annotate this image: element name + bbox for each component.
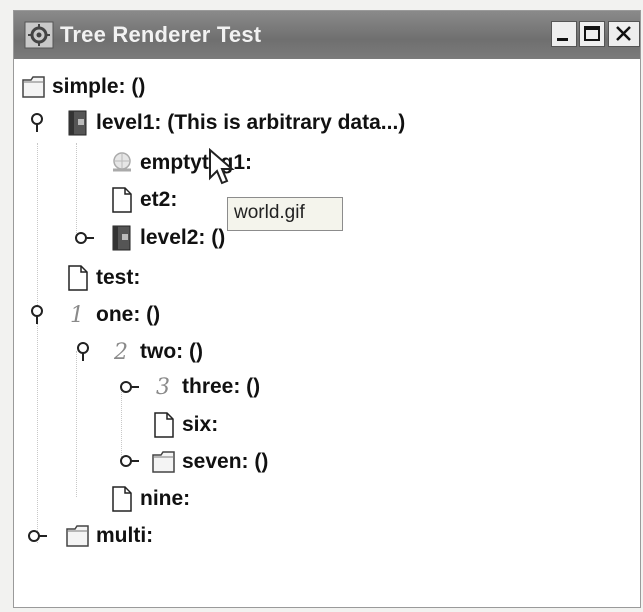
tree-node-two[interactable]: 2 two: () — [110, 335, 203, 369]
tree-node-label: level2: () — [140, 226, 226, 249]
file-icon — [112, 187, 132, 213]
tree-node-three[interactable]: 3 three: () — [152, 370, 260, 404]
tree-node-label: nine: — [140, 487, 191, 510]
tree-node-label: simple: () — [52, 75, 146, 98]
tree-node-label: seven: () — [182, 450, 269, 473]
mouse-cursor-icon — [209, 148, 235, 185]
close-button[interactable] — [608, 21, 640, 47]
folder-icon — [66, 525, 89, 547]
tree-node-seven[interactable]: seven: () — [152, 445, 268, 479]
tree-node-nine[interactable]: nine: — [110, 482, 190, 516]
tree-node-label: one: () — [96, 303, 161, 326]
expanded-handle-icon[interactable] — [26, 303, 48, 325]
collapsed-handle-icon[interactable] — [26, 525, 48, 547]
minimize-icon — [557, 38, 568, 41]
folder-icon — [152, 451, 175, 473]
tree-node-label: six: — [182, 413, 219, 436]
tree-node-multi[interactable]: multi: — [66, 519, 153, 553]
tree-node-label: et2: — [140, 188, 178, 211]
tree-guide — [37, 143, 38, 543]
minimize-button[interactable] — [551, 21, 577, 47]
collapsed-handle-icon[interactable] — [73, 227, 95, 249]
tree-node-label: two: () — [140, 340, 203, 363]
tree-node-six[interactable]: six: — [152, 408, 218, 442]
title-bar[interactable]: Tree Renderer Test — [14, 11, 640, 59]
expanded-handle-icon[interactable] — [72, 340, 94, 362]
book-icon — [68, 110, 87, 136]
file-icon — [154, 412, 174, 438]
gear-icon — [24, 21, 54, 49]
maximize-button[interactable] — [579, 21, 605, 47]
file-icon — [68, 265, 88, 291]
number-three-icon: 3 — [156, 374, 170, 400]
app-window: Tree Renderer Test simple: () level1: (T… — [13, 10, 641, 608]
tree-node-one[interactable]: 1 one: () — [66, 298, 160, 332]
close-icon — [616, 26, 631, 41]
folder-icon — [22, 76, 45, 98]
tree-node-label: three: () — [182, 375, 261, 398]
number-one-icon: 1 — [70, 302, 84, 328]
expanded-handle-icon[interactable] — [26, 111, 48, 133]
tree-node-label: multi: — [96, 524, 154, 547]
tree-node-et2[interactable]: et2: — [110, 183, 177, 217]
tooltip: world.gif — [227, 197, 343, 231]
maximize-icon — [584, 26, 600, 41]
tree-view: simple: () level1: (This is arbitrary da… — [14, 59, 640, 607]
file-icon — [112, 486, 132, 512]
tree-node-level2[interactable]: level2: () — [110, 221, 225, 255]
collapsed-handle-icon[interactable] — [118, 450, 140, 472]
tree-node-label: test: — [96, 266, 141, 289]
window-title: Tree Renderer Test — [60, 22, 262, 47]
tree-node-test[interactable]: test: — [66, 261, 140, 295]
collapsed-handle-icon[interactable] — [118, 376, 140, 398]
tree-node-label: level1: (This is arbitrary data...) — [96, 111, 406, 134]
tree-guide — [76, 351, 77, 497]
number-two-icon: 2 — [114, 339, 128, 365]
tree-node-simple[interactable]: simple: () — [22, 70, 145, 104]
tree-guide — [76, 143, 77, 235]
tree-node-level1[interactable]: level1: (This is arbitrary data...) — [66, 106, 405, 140]
globe-icon — [113, 152, 131, 172]
book-icon — [112, 225, 131, 251]
